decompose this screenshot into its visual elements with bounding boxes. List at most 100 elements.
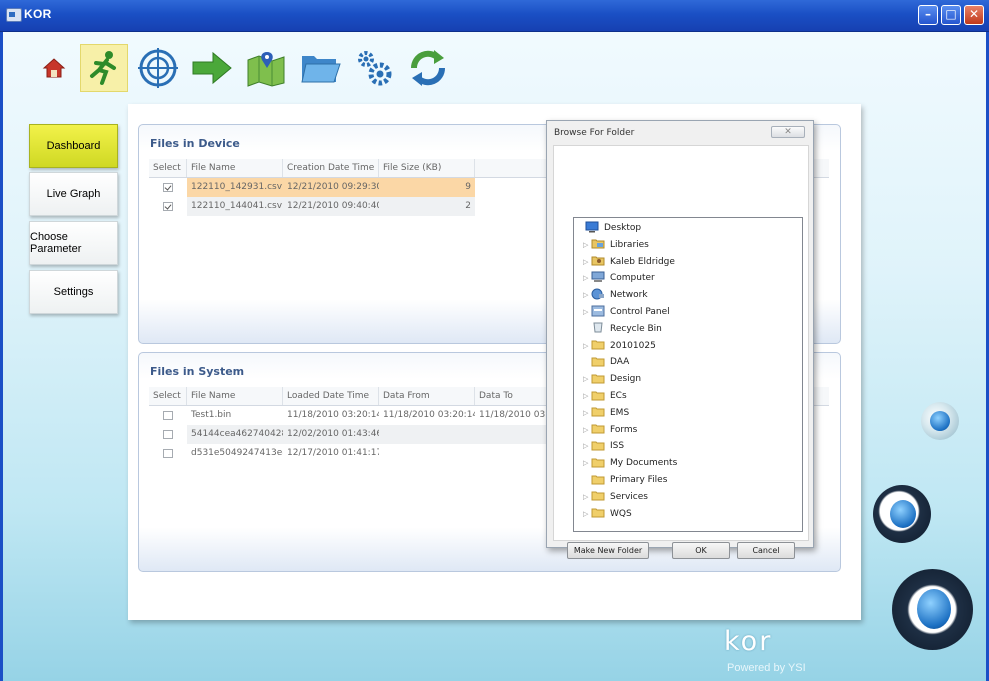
folder-icon bbox=[591, 355, 605, 370]
arrow-right-icon[interactable] bbox=[188, 44, 236, 92]
folder-tree-label: Recycle Bin bbox=[610, 323, 662, 334]
select-checkbox[interactable] bbox=[163, 202, 173, 211]
globe-decoration-medium bbox=[873, 485, 931, 543]
expand-arrow-icon[interactable]: ▷ bbox=[583, 241, 591, 249]
column-header[interactable]: Select bbox=[149, 159, 187, 177]
folder-tree[interactable]: Desktop ▷ Libraries ▷ Kaleb Eldridge ▷ Compute… bbox=[573, 217, 803, 532]
folder-icon bbox=[591, 456, 605, 471]
folder-tree-label: WQS bbox=[610, 508, 632, 519]
expand-arrow-icon[interactable]: ▷ bbox=[583, 426, 591, 434]
column-header[interactable]: File Name bbox=[187, 387, 283, 405]
folder-tree-label: Forms bbox=[610, 424, 638, 435]
user-folder-icon bbox=[591, 254, 605, 269]
folder-tree-label: Desktop bbox=[604, 223, 642, 233]
file-name-cell: d531e5049247413e8l bbox=[191, 448, 283, 458]
column-header[interactable]: Loaded Date Time bbox=[283, 387, 379, 405]
cancel-button[interactable]: Cancel bbox=[737, 542, 795, 559]
minimize-button[interactable]: – bbox=[918, 5, 938, 25]
kor-logo: kor bbox=[724, 626, 773, 657]
column-header[interactable]: Select bbox=[149, 387, 187, 405]
files-in-system-title: Files in System bbox=[150, 365, 245, 378]
runner-icon[interactable] bbox=[80, 44, 128, 92]
file-name-cell: 54144cea4627404286 bbox=[187, 425, 283, 444]
folder-icon[interactable] bbox=[296, 44, 344, 92]
column-header[interactable]: Data From bbox=[379, 387, 475, 405]
folder-tree-label: Kaleb Eldridge bbox=[610, 256, 675, 267]
sidebar-item-settings[interactable]: Settings bbox=[29, 270, 118, 314]
close-button[interactable]: ✕ bbox=[964, 5, 984, 25]
folder-tree-label: ECs bbox=[610, 391, 627, 401]
folder-tree-item[interactable]: ▷ Computer bbox=[583, 270, 655, 286]
folder-tree-item[interactable]: Primary Files bbox=[583, 472, 667, 488]
folder-tree-item[interactable]: ▷ Control Panel bbox=[583, 304, 670, 320]
folder-tree-item[interactable]: ▷ ECs bbox=[583, 388, 627, 404]
expand-arrow-icon[interactable]: ▷ bbox=[583, 375, 591, 383]
map-pin-icon[interactable] bbox=[242, 44, 290, 92]
file-name-cell: 122110_142931.csv bbox=[187, 178, 283, 197]
expand-arrow-icon[interactable]: ▷ bbox=[583, 493, 591, 501]
dialog-close-button[interactable]: ✕ bbox=[771, 126, 805, 138]
network-icon bbox=[591, 288, 605, 303]
globe-decoration-large bbox=[892, 569, 973, 650]
expand-arrow-icon[interactable]: ▷ bbox=[583, 510, 591, 518]
sidebar-item-choose-parameter[interactable]: Choose Parameter bbox=[29, 221, 118, 265]
loaded-date-cell: 12/02/2010 01:43:46 bbox=[283, 425, 379, 444]
folder-tree-item[interactable]: Desktop bbox=[577, 220, 641, 236]
folder-tree-item[interactable]: ▷ Libraries bbox=[583, 237, 649, 253]
folder-tree-label: Services bbox=[610, 491, 648, 502]
make-new-folder-button[interactable]: Make New Folder bbox=[567, 542, 649, 559]
select-checkbox[interactable] bbox=[163, 449, 173, 458]
expand-arrow-icon[interactable]: ▷ bbox=[583, 291, 591, 299]
select-checkbox[interactable] bbox=[163, 430, 173, 439]
maximize-button[interactable]: □ bbox=[941, 5, 961, 25]
home-icon[interactable] bbox=[30, 44, 78, 92]
folder-tree-item[interactable]: ▷ Services bbox=[583, 489, 648, 505]
folder-tree-item[interactable]: ▷ EMS bbox=[583, 405, 629, 421]
folder-tree-item[interactable]: ▷ 20101025 bbox=[583, 338, 656, 354]
libraries-icon bbox=[591, 237, 605, 252]
expand-arrow-icon[interactable]: ▷ bbox=[583, 274, 591, 282]
select-checkbox[interactable] bbox=[163, 183, 173, 192]
folder-tree-item[interactable]: ▷ Design bbox=[583, 371, 641, 387]
expand-arrow-icon[interactable]: ▷ bbox=[583, 409, 591, 417]
globe-decoration-small bbox=[921, 402, 959, 440]
sidebar-item-dashboard[interactable]: Dashboard bbox=[29, 124, 118, 168]
expand-arrow-icon[interactable]: ▷ bbox=[583, 459, 591, 467]
folder-icon bbox=[591, 405, 605, 420]
expand-arrow-icon[interactable]: ▷ bbox=[583, 442, 591, 450]
expand-arrow-icon[interactable]: ▷ bbox=[583, 258, 591, 266]
folder-tree-item[interactable]: DAA bbox=[583, 354, 629, 370]
folder-tree-item[interactable]: ▷ Kaleb Eldridge bbox=[583, 254, 675, 270]
sidebar-item-label: Dashboard bbox=[46, 140, 101, 152]
folder-tree-label: Control Panel bbox=[610, 307, 670, 317]
column-header[interactable]: File Name bbox=[187, 159, 283, 177]
folder-tree-item[interactable]: ▷ WQS bbox=[583, 506, 632, 522]
dialog-title: Browse For Folder bbox=[554, 128, 635, 138]
refresh-icon[interactable] bbox=[404, 44, 452, 92]
target-icon[interactable] bbox=[134, 44, 182, 92]
folder-tree-item[interactable]: ▷ My Documents bbox=[583, 455, 677, 471]
expand-arrow-icon[interactable]: ▷ bbox=[583, 308, 591, 316]
computer-icon bbox=[591, 271, 605, 286]
select-checkbox[interactable] bbox=[163, 411, 173, 420]
expand-arrow-icon[interactable]: ▷ bbox=[583, 342, 591, 350]
powered-by-text: Powered by YSI bbox=[727, 662, 806, 674]
sidebar-item-live-graph[interactable]: Live Graph bbox=[29, 172, 118, 216]
control-panel-icon bbox=[591, 305, 605, 320]
column-header[interactable]: Creation Date Time bbox=[283, 159, 379, 177]
sidebar-item-label: Live Graph bbox=[46, 188, 101, 200]
file-name-cell: Test1.bin bbox=[191, 410, 232, 420]
folder-tree-label: Primary Files bbox=[610, 475, 668, 485]
folder-tree-item[interactable]: ▷ Forms bbox=[583, 422, 637, 438]
folder-tree-label: EMS bbox=[610, 407, 630, 418]
ok-button[interactable]: OK bbox=[672, 542, 730, 559]
gears-icon[interactable] bbox=[350, 44, 398, 92]
column-header[interactable]: File Size (KB) bbox=[379, 159, 475, 177]
expand-arrow-icon[interactable]: ▷ bbox=[583, 392, 591, 400]
folder-tree-item[interactable]: ▷ Network bbox=[583, 287, 648, 303]
folder-tree-item[interactable]: Recycle Bin bbox=[583, 321, 662, 337]
folder-tree-item[interactable]: ▷ ISS bbox=[583, 438, 624, 454]
file-size-cell: 2 bbox=[379, 197, 475, 216]
window-title: KOR bbox=[24, 7, 52, 21]
folder-icon bbox=[591, 439, 605, 454]
